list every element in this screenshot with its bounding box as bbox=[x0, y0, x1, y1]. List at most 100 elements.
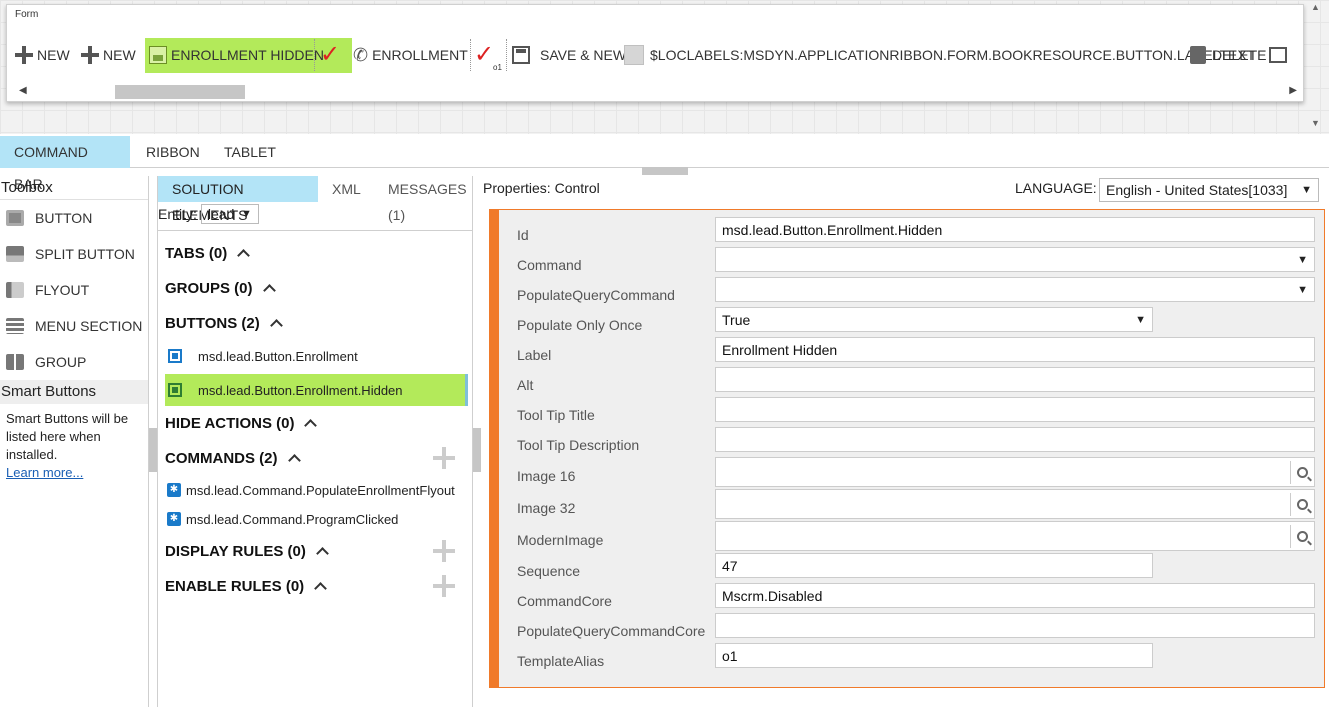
id-field[interactable]: msd.lead.Button.Enrollment.Hidden bbox=[715, 217, 1315, 242]
new-button-1[interactable]: NEW bbox=[15, 39, 70, 71]
save-new-button[interactable]: SAVE & NEW bbox=[512, 39, 626, 71]
sequence-value: 47 bbox=[722, 557, 738, 574]
section-display-rules[interactable]: DISPLAY RULES (0) bbox=[165, 543, 328, 560]
form-label: Form bbox=[15, 9, 39, 20]
checkmark-icon: ✓ bbox=[320, 41, 341, 68]
add-display-rule-icon[interactable] bbox=[433, 540, 455, 562]
vertical-splitter-right[interactable] bbox=[473, 428, 481, 472]
list-item[interactable]: ✱ msd.lead.Command.PopulateEnrollmentFly… bbox=[165, 474, 455, 506]
populate-query-command-select[interactable]: ▼ bbox=[715, 277, 1315, 302]
caret-up-icon[interactable] bbox=[270, 318, 282, 330]
new-button-2[interactable]: NEW bbox=[81, 39, 136, 71]
tooltip-description-field[interactable] bbox=[715, 427, 1315, 452]
tab-tablet[interactable]: TABLET bbox=[210, 136, 290, 168]
template-alias-field[interactable]: o1 bbox=[715, 643, 1153, 668]
id-value: msd.lead.Button.Enrollment.Hidden bbox=[722, 221, 943, 238]
language-select[interactable]: English - United States[1033] ▼ bbox=[1099, 178, 1319, 202]
ribbon-separator bbox=[470, 39, 471, 71]
add-enable-rule-icon[interactable] bbox=[433, 575, 455, 597]
search-icon[interactable] bbox=[1290, 492, 1314, 516]
image16-label: Image 16 bbox=[517, 468, 576, 484]
new-label-1: NEW bbox=[37, 47, 70, 63]
list-item[interactable]: msd.lead.Button.Enrollment bbox=[165, 340, 358, 372]
sequence-field[interactable]: 47 bbox=[715, 553, 1153, 578]
solution-tabs: SOLUTION ELEMENTS XML MESSAGES (1) bbox=[158, 176, 472, 223]
section-commands[interactable]: COMMANDS (2) bbox=[165, 450, 300, 467]
image16-field[interactable] bbox=[715, 457, 1315, 487]
section-hide-actions[interactable]: HIDE ACTIONS (0) bbox=[165, 415, 316, 432]
modern-image-field[interactable] bbox=[715, 521, 1315, 551]
form-button[interactable] bbox=[1269, 39, 1287, 71]
caret-up-icon[interactable] bbox=[288, 453, 300, 465]
toolbox-item-split-button[interactable]: SPLIT BUTTON bbox=[0, 236, 148, 272]
populate-only-once-select[interactable]: True ▼ bbox=[715, 307, 1153, 332]
alt-label: Alt bbox=[517, 377, 534, 393]
search-icon[interactable] bbox=[1290, 524, 1314, 548]
form-preview-card: Form NEW NEW ENROLLMENT HIDDEN ✓ ✆ ENROL… bbox=[6, 4, 1304, 102]
caret-up-icon[interactable] bbox=[304, 418, 316, 430]
preview-horizontal-scrollbar[interactable]: ◀ ▶ bbox=[19, 83, 1297, 99]
vertical-splitter-left[interactable] bbox=[149, 428, 157, 472]
scroll-left-icon[interactable]: ◀ bbox=[19, 85, 27, 96]
learn-more-link[interactable]: Learn more... bbox=[6, 465, 83, 480]
toolbox-item-menu-section[interactable]: MENU SECTION bbox=[0, 308, 148, 344]
command-label: Command bbox=[517, 257, 582, 273]
tab-messages[interactable]: MESSAGES (1) bbox=[374, 176, 481, 223]
image32-field[interactable] bbox=[715, 489, 1315, 519]
alt-field[interactable] bbox=[715, 367, 1315, 392]
book-resource-button[interactable]: $LOCLABELS:MSDYN.APPLICATIONRIBBON.FORM.… bbox=[624, 39, 1255, 71]
label-field[interactable]: Enrollment Hidden bbox=[715, 337, 1315, 362]
book-resource-label: $LOCLABELS:MSDYN.APPLICATIONRIBBON.FORM.… bbox=[650, 47, 1256, 63]
caret-up-icon[interactable] bbox=[237, 248, 249, 260]
gear-icon: ✱ bbox=[167, 512, 181, 526]
toolbox-panel: Toolbox BUTTON SPLIT BUTTON FLYOUT MENU … bbox=[0, 176, 149, 707]
enrollment-button[interactable]: ✆ ENROLLMENT bbox=[353, 39, 468, 71]
horizontal-splitter[interactable] bbox=[642, 167, 688, 175]
preview-vertical-scrollbar[interactable]: ▲ ▼ bbox=[1309, 2, 1323, 128]
section-label: COMMANDS (2) bbox=[165, 450, 278, 467]
tooltip-title-field[interactable] bbox=[715, 397, 1315, 422]
tab-ribbon[interactable]: RIBBON bbox=[132, 136, 214, 168]
tab-solution-elements[interactable]: SOLUTION ELEMENTS bbox=[158, 176, 318, 223]
smart-buttons-info: Smart Buttons will be listed here when i… bbox=[0, 404, 148, 488]
checkmark-button-1[interactable]: ✓ bbox=[320, 39, 340, 71]
toolbox-item-flyout[interactable]: FLYOUT bbox=[0, 272, 148, 308]
delete-button[interactable]: DELETE bbox=[1190, 39, 1266, 71]
entity-value: lead bbox=[207, 206, 235, 222]
section-enable-rules[interactable]: ENABLE RULES (0) bbox=[165, 578, 326, 595]
template-alias-label: TemplateAlias bbox=[517, 653, 605, 669]
tab-xml[interactable]: XML bbox=[318, 176, 375, 202]
list-item[interactable]: ✱ msd.lead.Command.ProgramClicked bbox=[165, 503, 398, 535]
scroll-down-icon[interactable]: ▼ bbox=[1311, 118, 1320, 128]
save-new-label: SAVE & NEW bbox=[540, 47, 627, 63]
toolbox-item-group[interactable]: GROUP bbox=[0, 344, 148, 380]
toolbox-item-button[interactable]: BUTTON bbox=[0, 200, 148, 236]
command-select[interactable]: ▼ bbox=[715, 247, 1315, 272]
caret-up-icon[interactable] bbox=[314, 581, 326, 593]
toolbox-item-label: BUTTON bbox=[35, 210, 93, 226]
scrollbar-thumb[interactable] bbox=[115, 85, 245, 99]
populate-query-command-core-field[interactable] bbox=[715, 613, 1315, 638]
entity-select[interactable]: lead ▼ bbox=[200, 204, 259, 224]
tab-command-bar[interactable]: COMMAND BAR bbox=[0, 136, 130, 192]
flyout-icon bbox=[6, 282, 24, 298]
scroll-up-icon[interactable]: ▲ bbox=[1311, 2, 1320, 12]
template-alias-value: o1 bbox=[722, 647, 738, 664]
checkmark-button-2[interactable]: ✓ bbox=[474, 39, 494, 71]
section-buttons[interactable]: BUTTONS (2) bbox=[165, 315, 282, 332]
add-command-icon[interactable] bbox=[433, 447, 455, 469]
section-label: GROUPS (0) bbox=[165, 280, 253, 297]
section-tabs[interactable]: TABS (0) bbox=[165, 245, 249, 262]
section-groups[interactable]: GROUPS (0) bbox=[165, 280, 275, 297]
list-item-selected[interactable]: msd.lead.Button.Enrollment.Hidden bbox=[165, 374, 468, 406]
phone-icon: ✆ bbox=[353, 44, 369, 65]
scroll-right-icon[interactable]: ▶ bbox=[1289, 85, 1297, 96]
trash-icon bbox=[1190, 46, 1206, 64]
command-core-field[interactable]: Mscrm.Disabled bbox=[715, 583, 1315, 608]
section-label: TABS (0) bbox=[165, 245, 228, 262]
properties-panel: Properties: Control LANGUAGE: English - … bbox=[481, 176, 1329, 707]
search-icon[interactable] bbox=[1290, 460, 1314, 484]
caret-up-icon[interactable] bbox=[316, 546, 328, 558]
caret-up-icon[interactable] bbox=[263, 283, 275, 295]
enrollment-hidden-button[interactable]: ENROLLMENT HIDDEN bbox=[149, 39, 324, 71]
